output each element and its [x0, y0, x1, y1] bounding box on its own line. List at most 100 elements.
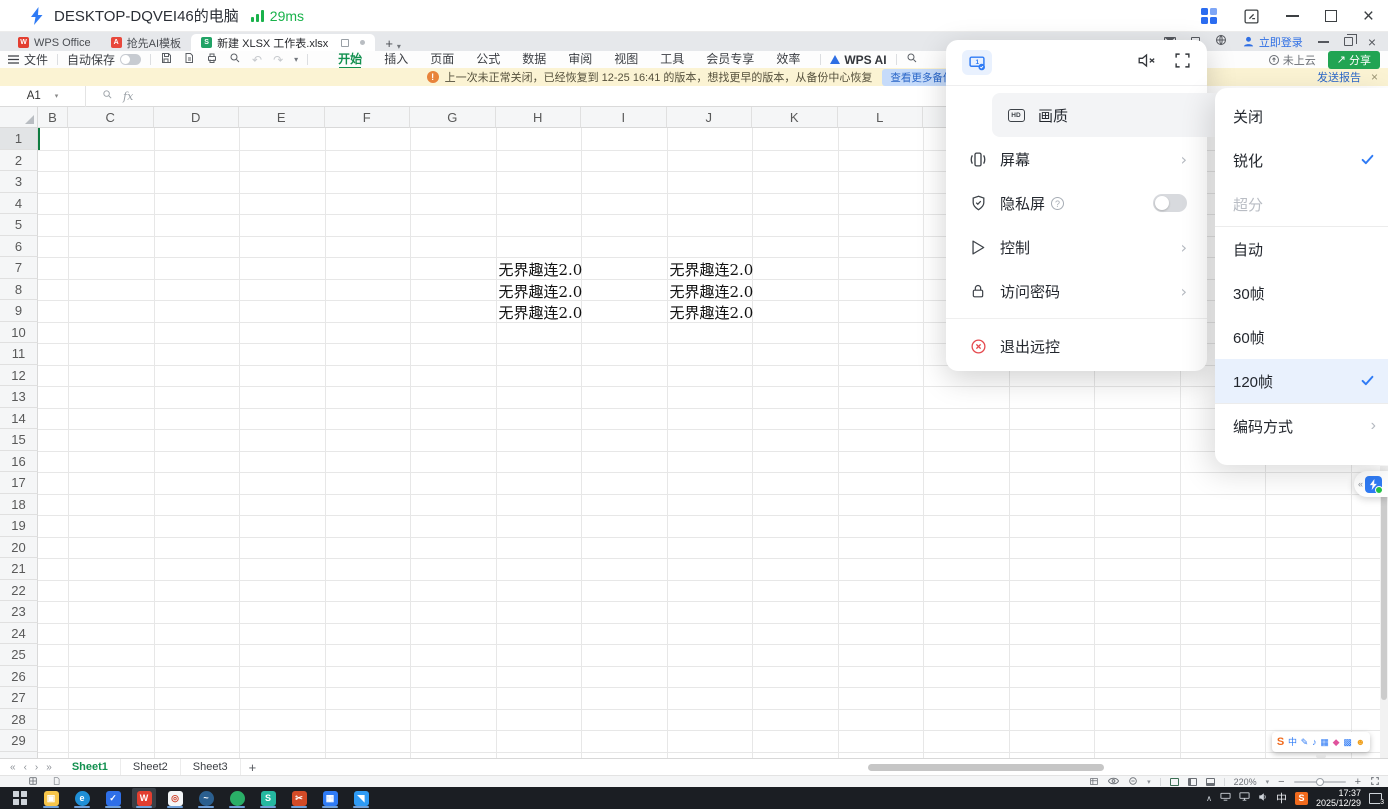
- column-header-J[interactable]: J: [667, 107, 753, 128]
- taskbar-app-screenshot-app[interactable]: ✂: [287, 788, 311, 808]
- row-header-27[interactable]: 27: [0, 687, 38, 709]
- globe-icon[interactable]: [1215, 34, 1227, 49]
- column-header-K[interactable]: K: [752, 107, 838, 128]
- ime-toolbar-handle[interactable]: [1316, 754, 1326, 758]
- find-icon[interactable]: [229, 52, 241, 67]
- row-header-6[interactable]: 6: [0, 236, 38, 258]
- tray-display-icon[interactable]: [1239, 792, 1250, 804]
- menu-item-access-password[interactable]: 访问密码 ›: [954, 269, 1199, 313]
- first-sheet-icon[interactable]: «: [10, 762, 16, 773]
- submenu-item-120fps[interactable]: 120帧: [1215, 359, 1388, 403]
- eye-icon[interactable]: [1108, 777, 1119, 787]
- apps-grid-icon[interactable]: [1201, 8, 1217, 24]
- notification-center-icon[interactable]: 3: [1369, 793, 1382, 804]
- submenu-item-encoding[interactable]: 编码方式 ›: [1215, 404, 1388, 448]
- taskbar-app-wechat[interactable]: [225, 788, 249, 808]
- prev-sheet-icon[interactable]: ‹: [24, 762, 27, 773]
- next-sheet-icon[interactable]: ›: [35, 762, 38, 773]
- new-tab-button[interactable]: +: [385, 36, 393, 51]
- menu-item-quality[interactable]: HD 画质 ›: [992, 93, 1237, 137]
- column-header-D[interactable]: D: [154, 107, 240, 128]
- row-header-21[interactable]: 21: [0, 558, 38, 580]
- quickbar-caret-icon[interactable]: ▾: [294, 55, 298, 64]
- vertical-scrollbar[interactable]: [1380, 466, 1388, 758]
- taskbar-app-browser-app[interactable]: ◥: [349, 788, 373, 808]
- row-header-26[interactable]: 26: [0, 666, 38, 688]
- redo-icon[interactable]: ↷: [273, 53, 283, 67]
- submenu-item-auto[interactable]: 自动: [1215, 227, 1388, 271]
- sheet-tab-sheet3[interactable]: Sheet3: [181, 759, 241, 775]
- taskbar-app-start[interactable]: [8, 788, 32, 808]
- tab-ai-template[interactable]: A 抢先AI模板: [101, 34, 191, 51]
- ribbon-tab-4[interactable]: 数据: [511, 51, 557, 68]
- row-header-25[interactable]: 25: [0, 644, 38, 666]
- zoom-caret-icon[interactable]: ▾: [1266, 778, 1270, 786]
- tray-vpn-icon[interactable]: [1220, 792, 1231, 804]
- minimize-icon[interactable]: [1286, 15, 1299, 17]
- row-header-3[interactable]: 3: [0, 171, 38, 193]
- ribbon-tab-9[interactable]: 效率: [765, 51, 811, 68]
- column-header-F[interactable]: F: [325, 107, 411, 128]
- row-header-7[interactable]: 7: [0, 257, 38, 279]
- row-header-8[interactable]: 8: [0, 279, 38, 301]
- wps-ai-button[interactable]: WPS AI: [830, 53, 886, 67]
- last-sheet-icon[interactable]: »: [46, 762, 52, 773]
- print-icon[interactable]: [206, 52, 218, 67]
- fx-icon[interactable]: fx: [123, 90, 133, 103]
- save-icon[interactable]: [160, 52, 172, 67]
- taskbar-app-lenovo-app[interactable]: ◎: [163, 788, 187, 808]
- submenu-item-off[interactable]: 关闭: [1215, 94, 1388, 138]
- zoom-level[interactable]: 220%: [1234, 777, 1257, 787]
- search-icon[interactable]: [906, 52, 918, 67]
- fullscreen-icon[interactable]: [1174, 52, 1191, 74]
- ime-toolbar[interactable]: S 中 ✎ ♪ ▦ ◆ ▩ ☻: [1272, 732, 1370, 752]
- ribbon-tab-0[interactable]: 开始: [327, 51, 373, 68]
- row-header-18[interactable]: 18: [0, 494, 38, 516]
- column-header-I[interactable]: I: [581, 107, 667, 128]
- cloud-status[interactable]: 未上云: [1268, 52, 1316, 68]
- submenu-item-sharpen[interactable]: 锐化: [1215, 138, 1388, 182]
- menu-item-exit-remote[interactable]: 退出远控: [954, 324, 1199, 368]
- taskbar-app-edge[interactable]: e: [70, 788, 94, 808]
- autosave-toggle[interactable]: [120, 54, 141, 65]
- row-header-9[interactable]: 9: [0, 300, 38, 322]
- ribbon-tab-1[interactable]: 插入: [373, 51, 419, 68]
- wps-close-icon[interactable]: ×: [1368, 34, 1376, 50]
- menu-item-privacy-screen[interactable]: 隐私屏 ?: [954, 181, 1199, 225]
- column-header-L[interactable]: L: [838, 107, 924, 128]
- sogou-tray-icon[interactable]: S: [1295, 792, 1308, 805]
- sheet-tab-sheet2[interactable]: Sheet2: [121, 759, 181, 775]
- row-header-10[interactable]: 10: [0, 322, 38, 344]
- wps-restore-icon[interactable]: [1344, 37, 1353, 46]
- speaker-muted-icon[interactable]: [1137, 52, 1156, 74]
- column-header-H[interactable]: H: [496, 107, 582, 128]
- formula-search-icon[interactable]: [102, 87, 113, 105]
- help-icon[interactable]: ?: [1051, 197, 1064, 210]
- view-page-icon[interactable]: [1188, 778, 1197, 786]
- row-header-14[interactable]: 14: [0, 408, 38, 430]
- sheet-tab-sheet1[interactable]: Sheet1: [60, 759, 121, 775]
- column-header-B[interactable]: B: [38, 107, 68, 128]
- tray-clock[interactable]: 17:37 2025/12/29: [1316, 788, 1361, 808]
- row-header-11[interactable]: 11: [0, 343, 38, 365]
- row-header-1[interactable]: 1: [0, 128, 38, 150]
- ribbon-tab-3[interactable]: 公式: [465, 51, 511, 68]
- view-break-icon[interactable]: [1206, 778, 1215, 786]
- taskbar-app-tiles-app[interactable]: ▦: [318, 788, 342, 808]
- taskbar-app-remote-app[interactable]: ✓: [101, 788, 125, 808]
- add-sheet-button[interactable]: +: [249, 760, 257, 775]
- zoom-slider[interactable]: [1294, 781, 1346, 783]
- output-icon[interactable]: [183, 52, 195, 67]
- tab-workbook[interactable]: S 新建 XLSX 工作表.xlsx: [191, 34, 375, 51]
- column-header-E[interactable]: E: [239, 107, 325, 128]
- ribbon-tab-2[interactable]: 页面: [419, 51, 465, 68]
- file-menu[interactable]: 文件: [8, 51, 48, 68]
- horizontal-scrollbar[interactable]: [868, 764, 1104, 771]
- send-report-link[interactable]: 发送报告: [1317, 69, 1361, 85]
- ribbon-tab-6[interactable]: 视图: [603, 51, 649, 68]
- submenu-item-30fps[interactable]: 30帧: [1215, 271, 1388, 315]
- taskbar-app-wps[interactable]: W: [132, 788, 156, 808]
- undo-icon[interactable]: ↶: [252, 53, 262, 67]
- row-header-13[interactable]: 13: [0, 386, 38, 408]
- tray-expand-icon[interactable]: ∧: [1206, 794, 1212, 803]
